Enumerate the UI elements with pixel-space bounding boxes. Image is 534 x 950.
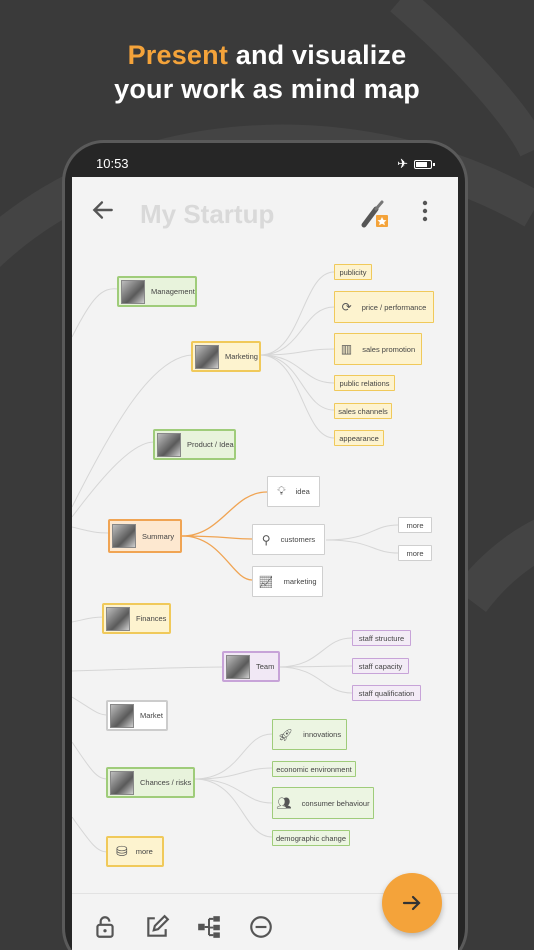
- status-time: 10:53: [96, 156, 129, 171]
- leaf-appearance[interactable]: appearance: [334, 430, 384, 446]
- leaf-price-performance[interactable]: ⟳ price / performance: [334, 291, 434, 323]
- headline: Present and visualize your work as mind …: [0, 38, 534, 106]
- leaf-consumer-behaviour[interactable]: 👥︎ consumer behaviour: [272, 787, 374, 819]
- node-management[interactable]: Management: [117, 276, 197, 307]
- team-image: [226, 654, 250, 679]
- headline-line1: and visualize: [228, 40, 407, 70]
- refresh-icon: ⟳: [341, 300, 352, 314]
- lock-open-icon[interactable]: [92, 914, 118, 940]
- node-chances-risks[interactable]: Chances / risks: [106, 767, 195, 798]
- leaf-publicity[interactable]: publicity: [334, 264, 372, 280]
- trend-chart-icon: 📈︎: [258, 574, 274, 589]
- headline-accent: Present: [127, 40, 229, 70]
- app-screen: My Startup Management Marketing Product …: [72, 177, 458, 950]
- market-image: [110, 703, 134, 728]
- node-marketing[interactable]: Marketing: [191, 341, 261, 372]
- leaf-sales-channels[interactable]: sales channels: [334, 403, 392, 419]
- lightbulb-icon: 💡︎: [277, 484, 286, 498]
- bar-chart-icon: ▥: [340, 342, 353, 356]
- leaf-staff-structure[interactable]: staff structure: [352, 630, 411, 646]
- leaf-staff-qualification[interactable]: staff qualification: [352, 685, 421, 701]
- chances-image: [110, 770, 134, 795]
- remove-circle-icon[interactable]: [248, 914, 274, 940]
- leaf-staff-capacity[interactable]: staff capacity: [352, 658, 409, 674]
- next-fab-button[interactable]: [382, 873, 442, 933]
- leaf-idea[interactable]: 💡︎ idea: [267, 476, 320, 507]
- person-icon: ⚲: [261, 532, 271, 547]
- marketing-image: [195, 344, 219, 369]
- edit-icon[interactable]: [144, 914, 170, 940]
- leaf-public-relations[interactable]: public relations: [334, 375, 395, 391]
- node-summary[interactable]: Summary: [108, 519, 182, 553]
- airplane-icon: ✈: [397, 156, 408, 171]
- node-market[interactable]: Market: [106, 700, 168, 731]
- node-finances[interactable]: Finances: [102, 603, 171, 634]
- node-more[interactable]: ⛁ more: [106, 836, 164, 867]
- headline-line2: your work as mind map: [114, 74, 420, 104]
- status-bar: 10:53 ✈: [72, 150, 458, 177]
- leaf-more-1[interactable]: more: [398, 517, 432, 533]
- leaf-economic-environment[interactable]: economic environment: [272, 761, 356, 777]
- product-image: [157, 432, 181, 457]
- leaf-marketing[interactable]: 📈︎ marketing: [252, 566, 323, 597]
- leaf-customers[interactable]: ⚲ customers: [252, 524, 325, 555]
- arrow-right-icon: [402, 895, 421, 911]
- management-image: [121, 279, 145, 304]
- coins-icon: ⛁: [116, 843, 128, 859]
- tree-structure-icon[interactable]: [196, 914, 222, 940]
- rocket-icon: 🚀︎: [277, 727, 294, 742]
- battery-icon: [414, 159, 435, 169]
- leaf-sales-promotion[interactable]: ▥ sales promotion: [334, 333, 422, 365]
- finances-image: [106, 606, 130, 631]
- summary-image: [112, 524, 136, 548]
- leaf-more-2[interactable]: more: [398, 545, 432, 561]
- leaf-innovations[interactable]: 🚀︎ innovations: [272, 719, 347, 750]
- node-team[interactable]: Team: [222, 651, 280, 682]
- group-icon: 👥︎: [276, 796, 292, 810]
- node-product-idea[interactable]: Product / Idea: [153, 429, 236, 460]
- leaf-demographic-change[interactable]: demographic change: [272, 830, 350, 846]
